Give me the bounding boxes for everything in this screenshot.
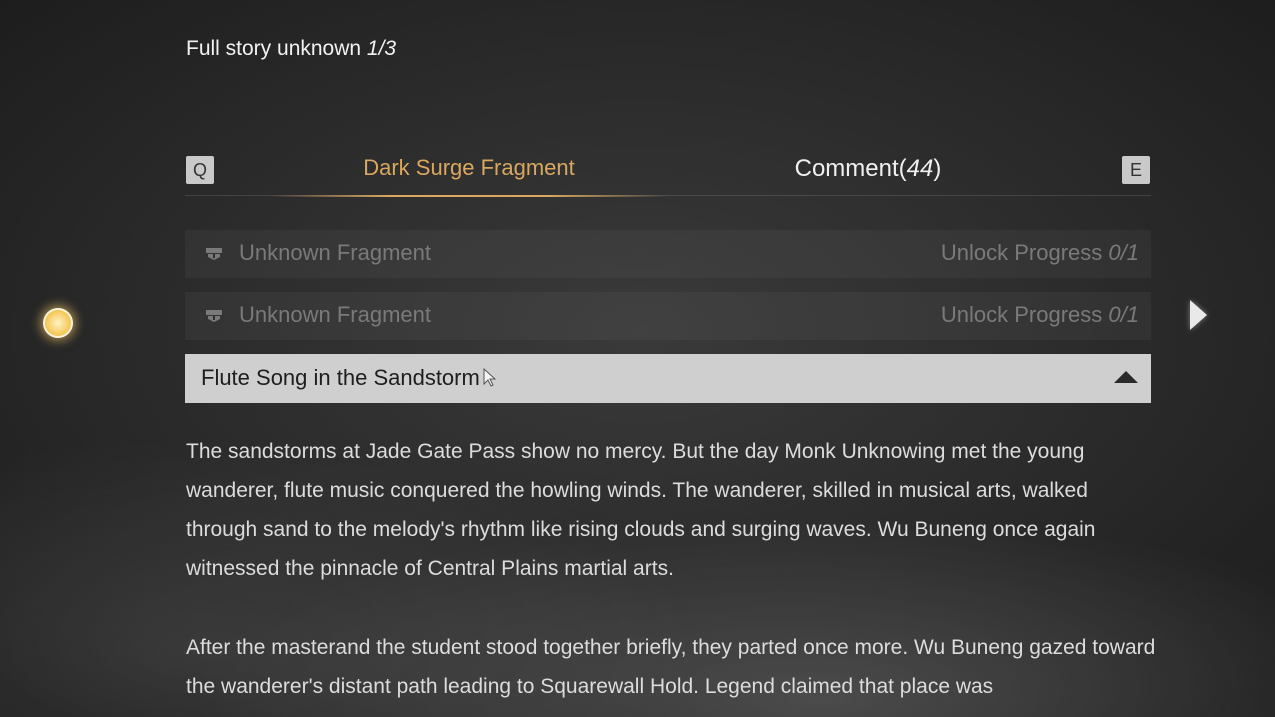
story-progress-count: 1/3	[366, 37, 397, 60]
fragment-name: Unknown Fragment	[239, 302, 431, 327]
unlock-progress-label: Unlock Progress	[940, 240, 1103, 265]
fragment-row-locked[interactable]: Unknown Fragment Unlock Progress 0/1	[185, 292, 1151, 340]
story-progress-label: Full story unknown	[186, 37, 362, 60]
story-paragraph: After the masterand the student stood to…	[186, 636, 1156, 698]
collapse-caret-icon[interactable]	[1114, 371, 1138, 383]
fragment-row-expanded[interactable]: Flute Song in the Sandstorm	[185, 354, 1151, 403]
fragment-name: Unknown Fragment	[239, 240, 431, 265]
unlock-progress-label: Unlock Progress	[940, 302, 1103, 327]
lock-icon	[206, 310, 222, 322]
tab-comment-count: 44	[906, 155, 934, 182]
tab-bar: Q Dark Surge Fragment Comment(44) E	[185, 150, 1151, 197]
fragment-unlock-progress: Unlock Progress 0/1	[941, 240, 1139, 266]
tab-comment-suffix: )	[933, 155, 942, 182]
expanded-fragment-title: Flute Song in the Sandstorm	[201, 365, 480, 390]
mouse-cursor-icon	[483, 368, 497, 387]
story-paragraph: The sandstorms at Jade Gate Pass show no…	[186, 440, 1096, 580]
glowing-orb-icon[interactable]	[43, 308, 73, 338]
tab-comment[interactable]: Comment(44)	[685, 155, 1051, 183]
next-tab-key-hint[interactable]: E	[1122, 156, 1150, 184]
story-progress-header: Full story unknown 1/3	[186, 37, 396, 61]
next-page-arrow-icon[interactable]	[1190, 300, 1207, 330]
unlock-progress-value: 0/1	[1108, 302, 1139, 327]
tab-dark-surge-fragment[interactable]: Dark Surge Fragment	[270, 155, 668, 181]
fragment-row-locked[interactable]: Unknown Fragment Unlock Progress 0/1	[185, 230, 1151, 278]
unlock-progress-value: 0/1	[1108, 240, 1139, 265]
active-tab-underline	[270, 195, 668, 197]
prev-tab-key-hint[interactable]: Q	[186, 156, 214, 184]
lock-icon	[206, 248, 222, 260]
story-text: The sandstorms at Jade Gate Pass show no…	[186, 432, 1161, 717]
tab-comment-label: Comment(	[794, 155, 907, 182]
fragment-unlock-progress: Unlock Progress 0/1	[941, 302, 1139, 328]
